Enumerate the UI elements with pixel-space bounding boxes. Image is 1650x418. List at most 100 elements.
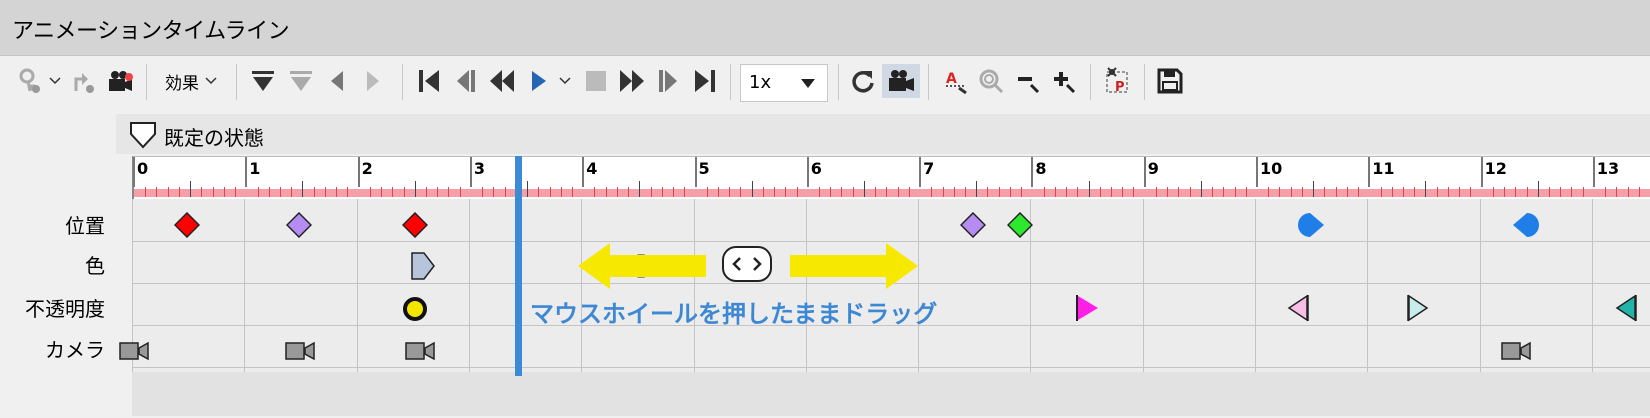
interpolation-up-icon[interactable] bbox=[286, 64, 316, 98]
zoom-in-icon[interactable] bbox=[1048, 64, 1078, 98]
grid-line bbox=[1367, 199, 1369, 372]
keyframe-ease-blue[interactable] bbox=[1511, 211, 1541, 239]
ruler-tick-label: 5 bbox=[698, 159, 710, 178]
zoom-out-icon[interactable] bbox=[1012, 64, 1042, 98]
ruler-minor-tick bbox=[425, 187, 427, 197]
ruler-tick-label: 9 bbox=[1147, 159, 1159, 178]
loop-icon[interactable] bbox=[848, 64, 878, 98]
pivot-icon[interactable]: P bbox=[1100, 64, 1134, 98]
grid-line bbox=[1591, 199, 1593, 372]
ruler-minor-tick bbox=[774, 187, 776, 197]
ruler-minor-tick bbox=[235, 187, 237, 197]
next-key-icon[interactable] bbox=[360, 64, 386, 98]
keyframe-diamond-purple[interactable] bbox=[960, 212, 986, 238]
path-icon[interactable] bbox=[68, 64, 100, 98]
prev-key-icon[interactable] bbox=[324, 64, 350, 98]
ruler-minor-tick bbox=[942, 187, 944, 197]
effect-dropdown[interactable]: 効果 bbox=[156, 64, 226, 98]
tracks-bottom-area bbox=[132, 372, 1650, 416]
keyframe-flag-teal[interactable] bbox=[1614, 292, 1640, 324]
state-row[interactable]: 既定の状態 bbox=[116, 114, 1650, 154]
dropdown-arrow-icon bbox=[801, 79, 815, 88]
rewind-icon[interactable] bbox=[486, 64, 518, 98]
save-icon[interactable] bbox=[1154, 64, 1186, 98]
ruler-minor-tick bbox=[1234, 187, 1236, 197]
track-label-color: 色 bbox=[85, 254, 105, 278]
ruler-minor-tick bbox=[706, 187, 708, 197]
grid-line bbox=[1255, 199, 1256, 372]
stop-icon[interactable] bbox=[582, 64, 610, 98]
ruler-minor-tick bbox=[1212, 187, 1214, 197]
ruler-minor-tick bbox=[336, 187, 338, 197]
ruler-tick-label: 3 bbox=[473, 159, 486, 178]
keyframe-circle-yellow[interactable] bbox=[402, 296, 428, 322]
ruler-major-tick bbox=[1256, 157, 1258, 187]
ruler-minor-tick bbox=[616, 187, 618, 197]
ruler-minor-tick bbox=[1189, 187, 1191, 197]
keyframe-diamond-red[interactable] bbox=[174, 212, 200, 238]
ruler-major-tick bbox=[1480, 157, 1483, 187]
ruler-minor-tick bbox=[594, 187, 596, 197]
ruler-tick-label: 10 bbox=[1260, 159, 1283, 178]
ruler-minor-tick bbox=[347, 187, 349, 197]
step-back-icon[interactable] bbox=[450, 64, 480, 98]
camera-key-icon[interactable] bbox=[103, 64, 137, 98]
ruler-minor-tick bbox=[291, 187, 293, 197]
chevron-down-icon[interactable] bbox=[46, 64, 64, 98]
svg-text:P: P bbox=[1115, 80, 1125, 95]
zoom-fit-icon[interactable] bbox=[976, 64, 1006, 98]
go-end-icon[interactable] bbox=[690, 64, 720, 98]
keyframe-camera-icon[interactable] bbox=[284, 339, 316, 363]
keyframe-diamond-red[interactable] bbox=[402, 212, 428, 238]
keyframe-color-blue[interactable] bbox=[410, 251, 436, 281]
key-icon[interactable] bbox=[14, 64, 46, 98]
ruler-major-tick bbox=[133, 157, 135, 187]
zoom-text-icon[interactable]: A bbox=[940, 64, 970, 98]
ruler-minor-tick bbox=[1548, 187, 1550, 197]
interpolation-down-icon[interactable] bbox=[248, 64, 278, 98]
track-label-opacity: 不透明度 bbox=[25, 297, 105, 321]
ruler-major-tick bbox=[357, 157, 360, 187]
speed-dropdown[interactable]: 1x bbox=[740, 64, 828, 102]
ruler-minor-tick bbox=[886, 187, 888, 197]
ruler-minor-tick bbox=[796, 187, 798, 197]
ruler-minor-tick bbox=[1346, 187, 1348, 197]
state-shield-icon bbox=[130, 122, 156, 149]
fast-forward-icon[interactable] bbox=[616, 64, 648, 98]
keyframe-camera-icon[interactable] bbox=[118, 339, 150, 363]
ruler-minor-tick bbox=[302, 181, 304, 197]
time-ruler[interactable]: 0 1 2 3 4 5 6 7 8 9 10 11 12 13 bbox=[132, 156, 1650, 199]
step-forward-icon[interactable] bbox=[654, 64, 684, 98]
ruler-minor-tick bbox=[998, 187, 1000, 197]
keyframe-camera-icon[interactable] bbox=[1500, 339, 1532, 363]
ruler-minor-tick bbox=[1537, 181, 1539, 197]
ruler-tick-label: 8 bbox=[1035, 159, 1047, 178]
go-start-icon[interactable] bbox=[414, 64, 444, 98]
ruler-minor-tick bbox=[1492, 187, 1494, 197]
keyframe-flag-pink[interactable] bbox=[1286, 292, 1312, 324]
keyframe-flag-aqua[interactable] bbox=[1404, 292, 1430, 324]
keyframe-ease-blue[interactable] bbox=[1296, 211, 1326, 239]
play-icon[interactable] bbox=[526, 64, 552, 98]
ruler-tick-label: 0 bbox=[137, 159, 149, 178]
svg-text:A: A bbox=[946, 71, 957, 87]
effect-label: 効果 bbox=[165, 73, 199, 94]
ruler-minor-tick bbox=[1638, 187, 1640, 197]
keyframe-diamond-green[interactable] bbox=[1007, 212, 1033, 238]
track-row-camera[interactable] bbox=[132, 325, 1650, 368]
ruler-minor-tick bbox=[897, 187, 899, 197]
ruler-minor-tick bbox=[852, 187, 854, 197]
camera-icon[interactable] bbox=[882, 64, 920, 98]
keyframe-flag-magenta[interactable] bbox=[1074, 292, 1100, 324]
ruler-minor-tick bbox=[1560, 187, 1562, 197]
ruler-major-tick bbox=[919, 157, 922, 187]
ruler-minor-tick bbox=[1009, 187, 1011, 197]
playhead[interactable] bbox=[515, 156, 522, 376]
track-row-position[interactable] bbox=[132, 199, 1650, 242]
ruler-minor-tick bbox=[628, 187, 630, 197]
chevron-down-icon[interactable] bbox=[556, 64, 574, 98]
ruler-minor-tick bbox=[1526, 187, 1528, 197]
keyframe-diamond-purple[interactable] bbox=[286, 212, 312, 238]
ruler-minor-tick bbox=[785, 187, 787, 197]
keyframe-camera-icon[interactable] bbox=[404, 339, 436, 363]
